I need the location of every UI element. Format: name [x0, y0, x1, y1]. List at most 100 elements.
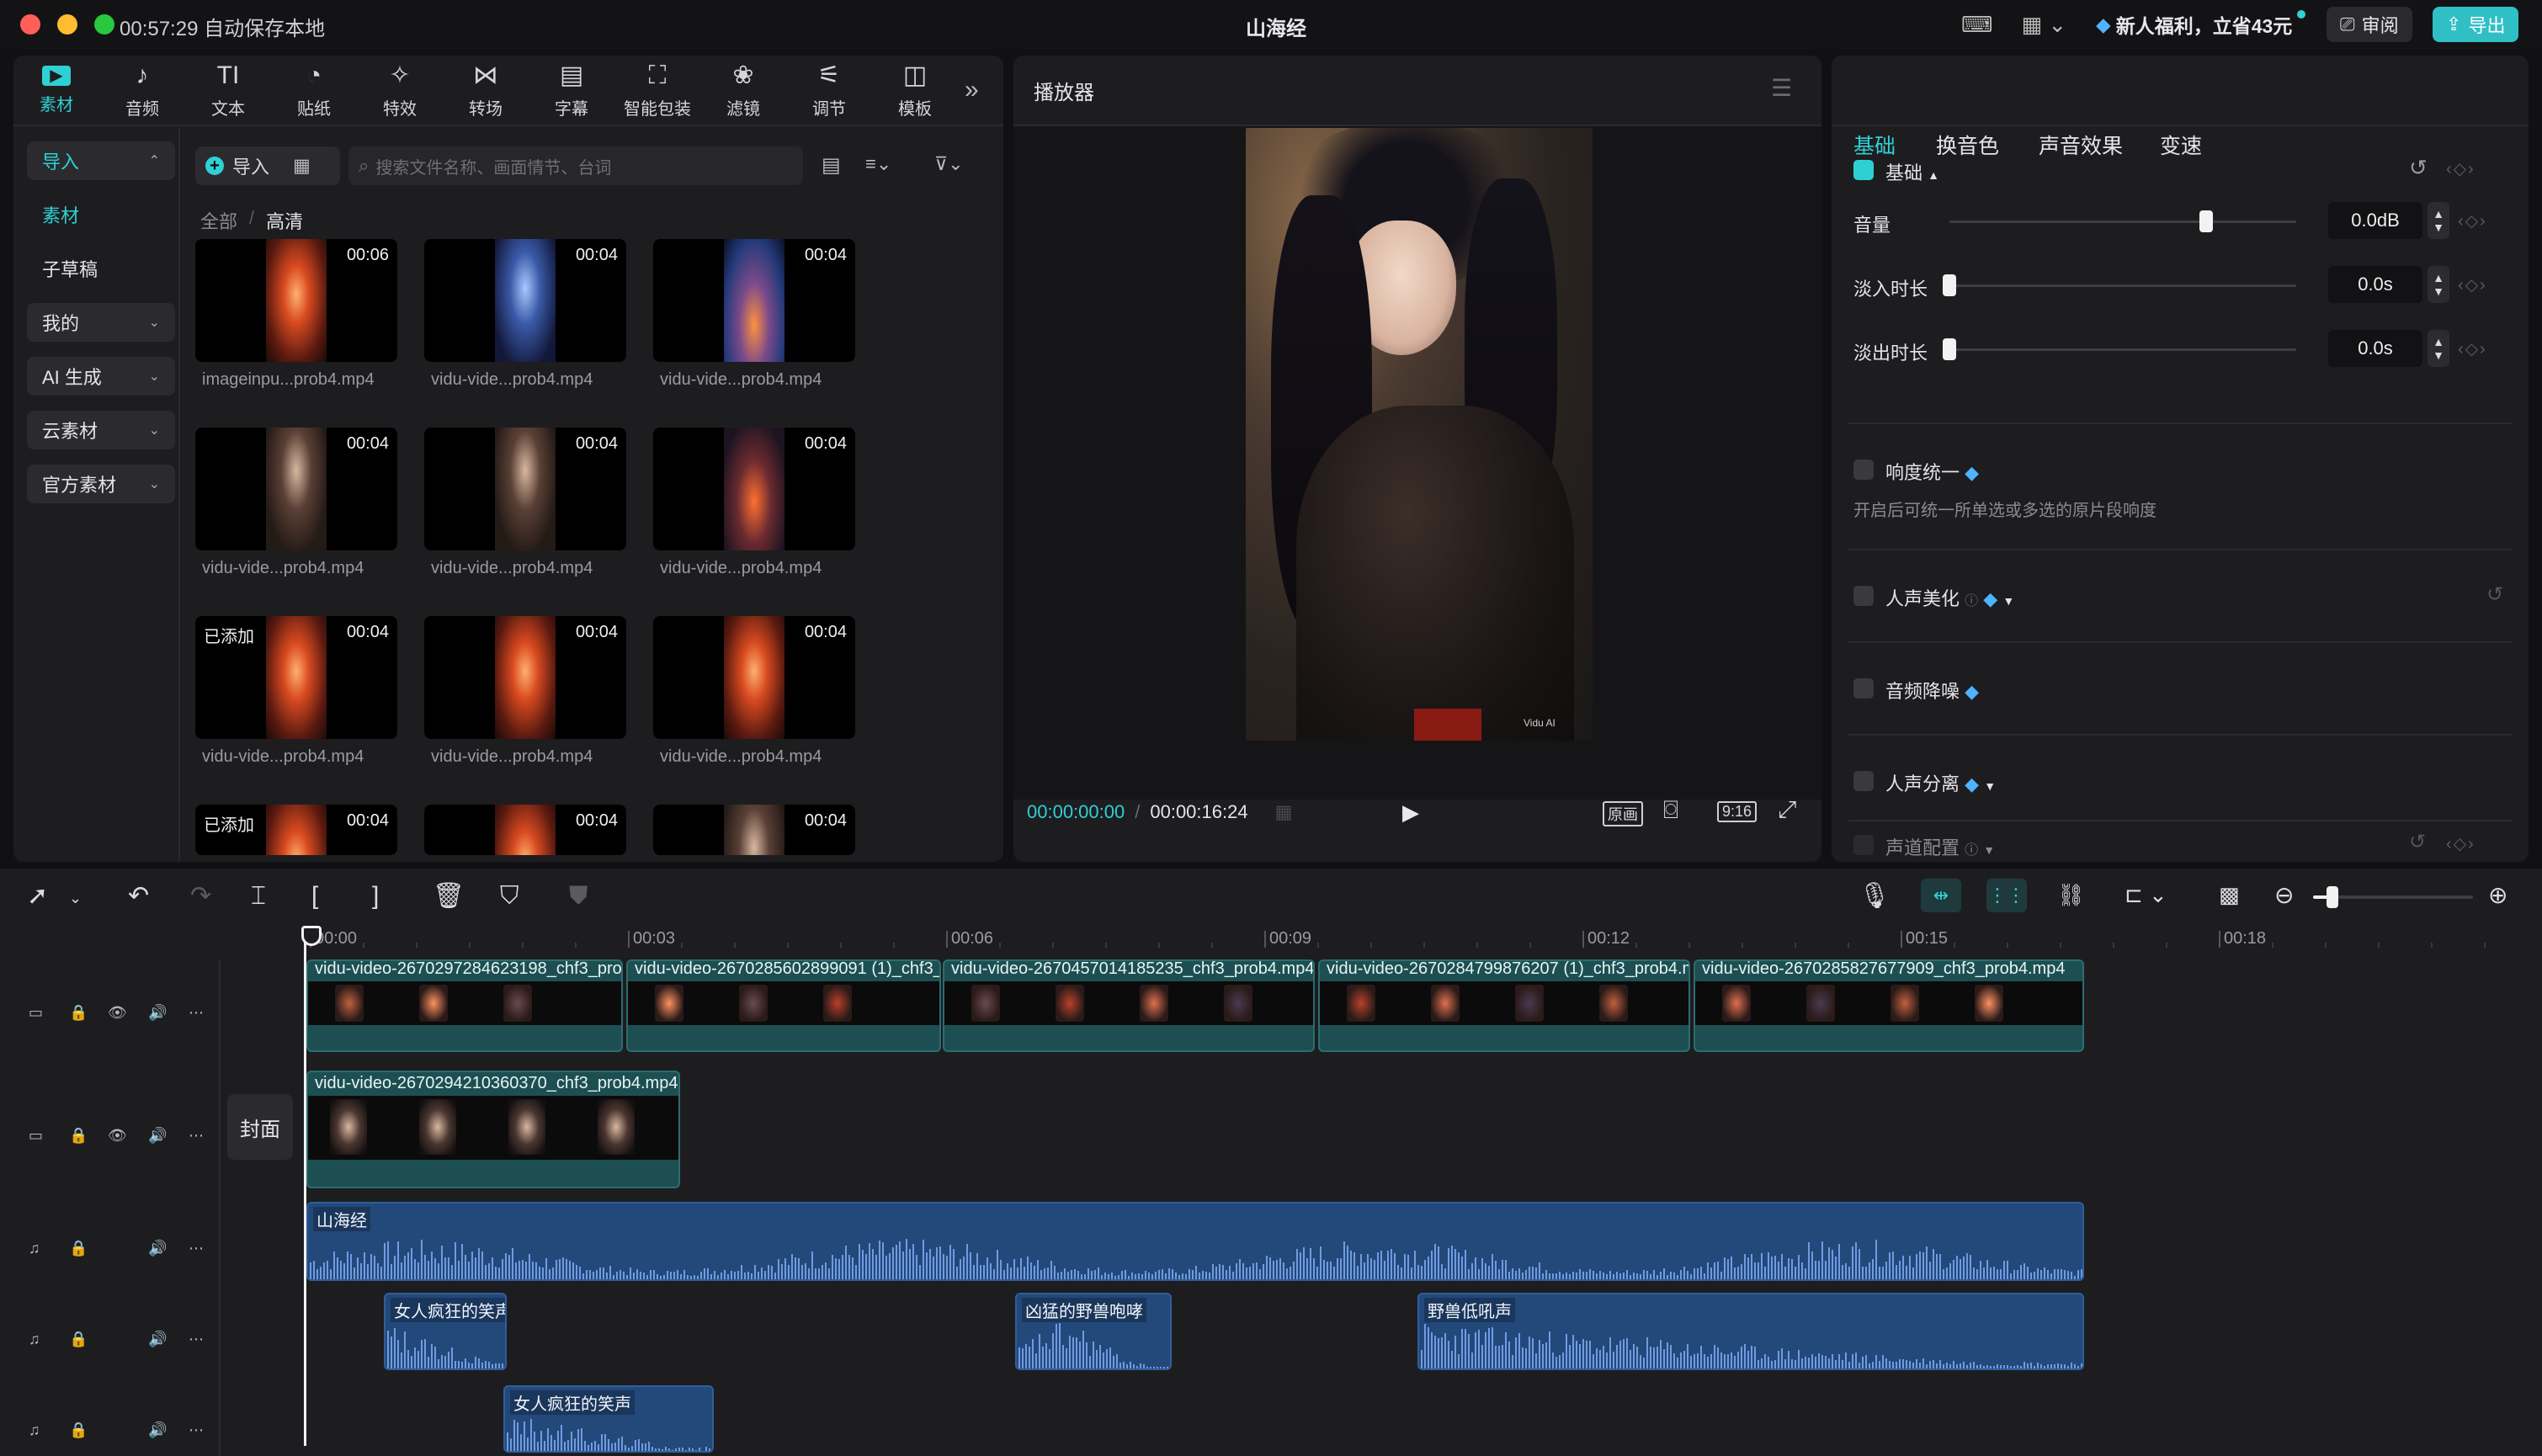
more-tabs-icon[interactable]: » [965, 76, 979, 104]
undo-icon[interactable]: ↶ [128, 884, 149, 909]
media-thumbnail[interactable]: 00:04 [424, 616, 626, 739]
media-thumbnail[interactable]: 00:04 [653, 805, 855, 855]
media-thumbnail[interactable]: 00:04 [424, 239, 626, 362]
search-input[interactable]: ⌕ 搜索文件名称、画面情节、台词 [348, 146, 803, 185]
sidebar-item[interactable]: AI 生成 ⌄ [27, 357, 175, 396]
preview-frame[interactable]: Vidu AI [1246, 128, 1593, 741]
slider-knob[interactable] [1943, 274, 1956, 296]
timecode-grid-icon[interactable]: ▦ [1275, 801, 1293, 823]
tab-smart-pack[interactable]: ⛶ 智能包装 [614, 56, 700, 125]
value-stepper[interactable]: ▲ ▼ [2428, 330, 2449, 367]
stepper-up-icon[interactable]: ▲ [2433, 335, 2444, 348]
select-tool-icon[interactable]: ➚ [27, 884, 48, 909]
import-button[interactable]: + 导入 ▦ [195, 146, 340, 185]
sfx-clip[interactable]: 女人疯狂的笑声 [384, 1293, 507, 1370]
lock-icon[interactable]: 🔒 [69, 1241, 88, 1256]
promo-link[interactable]: ◆ 新人福利，立省43元 [2096, 7, 2306, 42]
keyframe-nav-icon[interactable]: ‹◇› [2458, 274, 2487, 295]
video-clip[interactable]: vidu-video-2670285827677909_chf3_prob4.m… [1694, 959, 2084, 1052]
maximize-window-button[interactable] [94, 14, 114, 35]
track-type-icon[interactable]: ♫ [29, 1241, 40, 1256]
sidebar-item[interactable]: 官方素材 ⌄ [27, 465, 175, 503]
review-button[interactable]: ⎚ 审阅 [2327, 7, 2412, 42]
tab-template[interactable]: ◫ 模板 [872, 56, 958, 125]
breadcrumb-current[interactable]: 高清 [266, 207, 303, 234]
stepper-down-icon[interactable]: ▼ [2433, 348, 2444, 362]
player-menu-icon[interactable]: ☰ [1771, 74, 1792, 102]
track-type-icon[interactable]: ▭ [29, 1005, 43, 1020]
more-icon[interactable]: ⋯ [189, 1422, 204, 1437]
inspector-tab[interactable]: 变速 [2160, 130, 2202, 160]
media-thumbnail[interactable]: 00:04 [424, 428, 626, 550]
aspect-ratio-button[interactable]: 9:16 [1717, 801, 1758, 822]
screenshot-icon[interactable]: ⌼ [1663, 796, 1678, 825]
preview-axis-icon[interactable]: ⊏ ⌄ [2125, 884, 2167, 906]
slider-knob[interactable] [1943, 338, 1956, 360]
sidebar-item[interactable]: 我的 ⌄ [27, 303, 175, 342]
value-input[interactable]: 0.0s [2328, 266, 2422, 303]
close-window-button[interactable] [20, 14, 40, 35]
layout-icon[interactable]: ▦ ⌄ [2022, 12, 2067, 38]
tab-caption[interactable]: ▤ 字幕 [529, 56, 614, 125]
mute-icon[interactable]: 🔊 [148, 1331, 167, 1347]
redo-icon[interactable]: ↷ [190, 884, 211, 909]
sfx-clip[interactable]: 野兽低吼声 [1417, 1293, 2084, 1370]
value-input[interactable]: 0.0dB [2328, 202, 2422, 239]
original-quality-button[interactable]: 原画 [1603, 801, 1643, 826]
video-clip[interactable]: vidu-video-2670294210360370_chf3_prob4.m… [306, 1071, 680, 1188]
fullscreen-icon[interactable]: ⤢ [1778, 796, 1796, 824]
voice-beautify-checkbox[interactable] [1853, 586, 1874, 606]
media-thumbnail[interactable]: 00:04 [195, 428, 397, 550]
zoom-knob[interactable] [2327, 886, 2338, 908]
value-stepper[interactable]: ▲ ▼ [2428, 202, 2449, 239]
tab-media[interactable]: ▶ 素材 [13, 56, 99, 125]
mute-icon[interactable]: 🔊 [148, 1005, 167, 1020]
track-type-icon[interactable]: ♫ [29, 1422, 40, 1437]
trim-left-icon[interactable]: [ [311, 884, 318, 909]
visibility-icon[interactable]: 👁 [108, 1128, 127, 1143]
grid-import-icon[interactable]: ▦ [293, 155, 311, 177]
thumbnail-icon[interactable]: ▩ [2219, 884, 2240, 906]
video-clip[interactable]: vidu-video-2670457014185235_chf3_prob4.m… [943, 959, 1315, 1052]
split-icon[interactable]: ⌶ [251, 884, 266, 909]
dropdown-icon[interactable]: ▼ [1984, 779, 1996, 793]
zoom-slider[interactable] [2313, 886, 2473, 908]
lock-icon[interactable]: 🔒 [69, 1331, 88, 1347]
stepper-down-icon[interactable]: ▼ [2433, 221, 2444, 234]
lock-icon[interactable]: 🔒 [69, 1005, 88, 1020]
filter-icon[interactable]: ⊽⌄ [934, 153, 964, 175]
tab-filter[interactable]: ❀ 滤镜 [700, 56, 786, 125]
sort-icon[interactable]: ≡⌄ [865, 153, 891, 175]
slider-track[interactable] [1949, 221, 2296, 223]
keyframe-nav-icon[interactable]: ‹◇› [2446, 158, 2476, 179]
dropdown-icon[interactable]: ▼ [1983, 843, 1995, 857]
view-mode-icon[interactable]: ▤ [822, 153, 841, 178]
dropdown-icon[interactable]: ▼ [2002, 594, 2014, 608]
slider-track[interactable] [1949, 348, 2296, 351]
media-thumbnail[interactable]: 00:04 [653, 428, 855, 550]
music-clip[interactable]: 山海经 [306, 1202, 2084, 1281]
sidebar-item[interactable]: 素材 [27, 195, 175, 234]
basic-checkbox[interactable] [1853, 160, 1874, 180]
tab-audio[interactable]: ♪ 音频 [99, 56, 185, 125]
trim-right-icon[interactable]: ] [372, 884, 379, 909]
sidebar-item[interactable]: 子草稿 [27, 249, 175, 288]
select-dropdown-icon[interactable]: ⌄ [69, 890, 82, 906]
media-thumbnail[interactable]: 00:04 [424, 805, 626, 855]
keyframe-nav-icon[interactable]: ‹◇› [2458, 338, 2487, 359]
sidebar-item[interactable]: 云素材 ⌄ [27, 411, 175, 449]
noise-reduce-checkbox[interactable] [1853, 678, 1874, 699]
mute-icon[interactable]: 🔊 [148, 1422, 167, 1437]
video-clip[interactable]: vidu-video-2670297284623198_chf3_prob4.m… [306, 959, 623, 1052]
track-type-icon[interactable]: ♫ [29, 1331, 40, 1347]
keyframe-nav-icon[interactable]: ‹◇› [2458, 210, 2487, 231]
stepper-up-icon[interactable]: ▲ [2433, 271, 2444, 284]
auto-snap-button[interactable]: ⋮⋮ [1986, 879, 2027, 912]
sfx-clip[interactable]: 凶猛的野兽咆哮 [1015, 1293, 1172, 1370]
reset-icon[interactable]: ↺ [2409, 830, 2426, 854]
sfx-clip[interactable]: 女人疯狂的笑声 [503, 1385, 714, 1453]
inspector-tab[interactable]: 声音效果 [2039, 130, 2123, 160]
inspector-tab[interactable]: 换音色 [1936, 130, 1999, 160]
media-thumbnail[interactable]: 00:04 [653, 239, 855, 362]
stepper-down-icon[interactable]: ▼ [2433, 284, 2444, 298]
